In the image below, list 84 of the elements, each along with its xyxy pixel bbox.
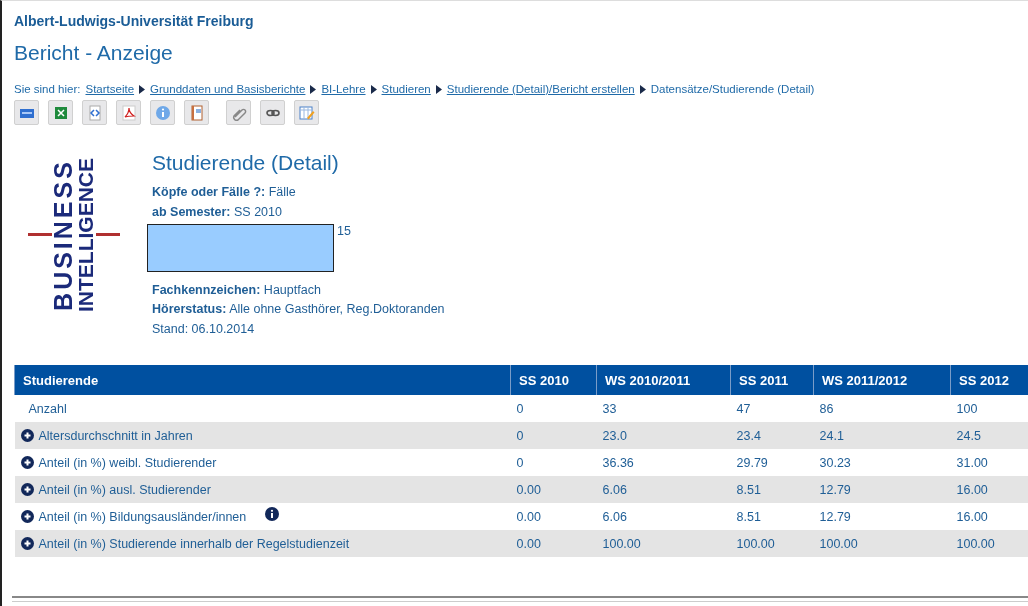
table-cell: 36.36 [602, 455, 634, 470]
toolbar-button[interactable] [82, 100, 107, 125]
detail-line: Köpfe oder Fälle ?: Fälle [152, 184, 297, 201]
table-cell: 24.1 [819, 428, 844, 443]
column-header: SS 2010 [510, 365, 597, 395]
breadcrumb-link[interactable]: Studieren [381, 83, 431, 95]
info-icon [154, 104, 171, 121]
table-cell: 0.00 [516, 482, 541, 497]
table-cell: 0.00 [516, 509, 541, 524]
table-cell: 100 [956, 401, 978, 416]
table-cell: 23.4 [736, 428, 761, 443]
triangle-icon [639, 84, 646, 94]
column-header: Studierende [14, 365, 511, 395]
table-cell: 12.79 [819, 509, 851, 524]
toolbar-button[interactable] [116, 100, 141, 125]
row-label: Altersdurchschnitt in Jahren [38, 428, 193, 443]
table-cell: 12.79 [819, 482, 851, 497]
triangle-icon [435, 84, 442, 94]
breadcrumb-link[interactable]: Studierende (Detail)/Bericht erstellen [446, 83, 635, 95]
detail-line: Stand: 06.10.2014 [152, 320, 256, 338]
column-header: WS 2011/2012 [813, 365, 951, 395]
info-icon[interactable] [265, 506, 280, 521]
page-title: Bericht - Anzeige [14, 41, 174, 65]
column-header: WS 2010/2011 [596, 365, 731, 395]
triangle-icon [139, 84, 146, 94]
toolbar-button[interactable] [226, 100, 251, 125]
table-cell: 100.00 [819, 536, 858, 551]
breadcrumb-link[interactable]: Startseite [85, 83, 135, 95]
row-label: Anteil (in %) Studierende innerhalb der Regelstudienzeit [38, 536, 350, 551]
university-name: Albert-Ludwigs-Universität Freiburg [14, 13, 255, 29]
column-header: SS 2011 [730, 365, 814, 395]
code-icon [86, 104, 103, 121]
expand-icon[interactable] [20, 483, 34, 496]
table-cell: 30.23 [819, 455, 851, 470]
table-cell: 100.00 [602, 536, 641, 551]
breadcrumb-link[interactable]: BI-Lehre [321, 83, 366, 95]
expand-icon[interactable] [20, 510, 34, 523]
breadcrumb-label: Sie sind hier: [14, 83, 81, 95]
detail-line: ab Semester: SS 2010 [152, 203, 283, 221]
table-cell: 33 [602, 401, 617, 416]
breadcrumb-link[interactable]: Grunddaten und Basisberichte [150, 83, 306, 95]
detail-line: Hörerstatus: Alle ohne Gasthörer, Reg.Doktoranden [152, 301, 445, 318]
expand-icon[interactable] [20, 429, 34, 442]
table-cell: 29.79 [736, 455, 768, 470]
breadcrumb-current: Datensätze/Studierende (Detail) [650, 83, 815, 95]
row-label: Anzahl [27, 401, 67, 416]
edit-table-icon [298, 104, 315, 121]
triangle-icon [370, 84, 377, 94]
triangle-icon [310, 84, 317, 94]
column-header: SS 2012 [950, 365, 1028, 395]
table-cell: 16.00 [956, 482, 988, 497]
table-cell: 0 [516, 401, 524, 416]
toolbar-button[interactable] [260, 100, 285, 125]
document-icon [188, 104, 205, 121]
table-cell: 31.00 [956, 455, 988, 470]
toolbar-button[interactable] [184, 100, 209, 125]
logo-text: BUSINESS [52, 159, 76, 311]
table-cell: 47 [736, 401, 751, 416]
detail-fragment: 15 [336, 223, 352, 240]
table-cell: 100.00 [736, 536, 775, 551]
table-cell: 6.06 [602, 482, 627, 497]
table-cell: 8.51 [736, 482, 761, 497]
table-cell: 100.00 [956, 536, 995, 551]
detail-line: Fachkennzeichen: Hauptfach [152, 281, 322, 299]
row-label: Anteil (in %) Bildungsausländer/innen [38, 509, 247, 524]
toolbar-button[interactable] [14, 100, 39, 125]
table-cell: 16.00 [956, 509, 988, 524]
table-cell: 0.00 [516, 536, 541, 551]
spreadsheet-icon [52, 104, 69, 121]
report-title: Studierende (Detail) [152, 151, 340, 175]
pdf-icon [120, 104, 137, 121]
table-cell: 24.5 [956, 428, 981, 443]
expand-icon[interactable] [20, 456, 34, 469]
row-label: Anteil (in %) weibl. Studierender [38, 455, 217, 470]
table-cell: 86 [819, 401, 834, 416]
table-cell: 6.06 [602, 509, 627, 524]
table-cell: 8.51 [736, 509, 761, 524]
toolbar-button[interactable] [48, 100, 73, 125]
table-cell: 23.0 [602, 428, 627, 443]
row-label: Anteil (in %) ausl. Studierender [38, 482, 211, 497]
table-cell: 0 [516, 428, 524, 443]
table-cell: 0 [516, 455, 524, 470]
logo-text: INTELLIGENCE [75, 158, 96, 312]
expand-icon[interactable] [20, 537, 34, 550]
